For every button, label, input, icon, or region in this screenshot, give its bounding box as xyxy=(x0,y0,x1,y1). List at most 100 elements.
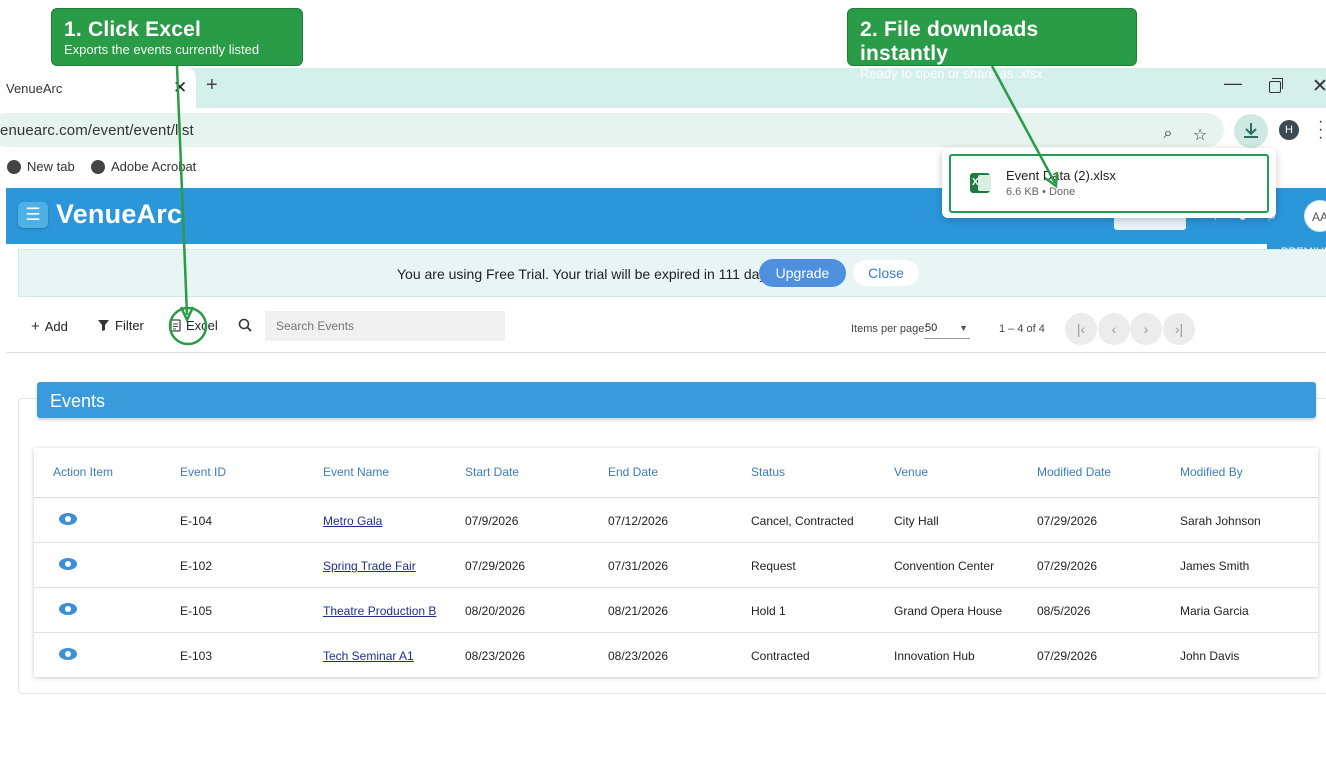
event-id: E-105 xyxy=(180,604,213,618)
eye-icon[interactable] xyxy=(59,513,77,525)
profile-avatar[interactable]: H xyxy=(1279,120,1299,140)
chrome-icon xyxy=(91,159,105,174)
modified-by: Maria Garcia xyxy=(1180,604,1249,618)
callout-step-1: 1. Click Excel Exports the events curren… xyxy=(51,8,303,66)
browser-menu-icon[interactable]: · · · xyxy=(1318,114,1323,146)
eye-icon[interactable] xyxy=(59,558,77,570)
table-header: Action Item Event ID Event Name Start Da… xyxy=(34,448,1318,498)
eye-icon[interactable] xyxy=(59,603,77,615)
event-id: E-102 xyxy=(180,559,213,573)
callout-title: 2. File downloads instantly xyxy=(860,18,1039,65)
bookmark-label: Adobe Acrobat xyxy=(111,159,197,174)
prev-page-button[interactable]: ‹ xyxy=(1098,313,1130,345)
search-icon[interactable] xyxy=(238,318,252,332)
star-icon[interactable]: ☆ xyxy=(1190,125,1210,145)
minimize-button[interactable]: — xyxy=(1224,73,1242,94)
column-header[interactable]: Start Date xyxy=(465,465,519,479)
callout-step-2: 2. File downloads instantly Ready to ope… xyxy=(847,8,1137,81)
venue: City Hall xyxy=(894,514,939,528)
filter-icon xyxy=(98,320,109,331)
bookmark-label: New tab xyxy=(27,159,75,174)
new-tab-button[interactable]: + xyxy=(206,74,218,97)
items-per-page-label: Items per page: xyxy=(851,323,928,335)
column-header[interactable]: Event ID xyxy=(180,465,226,479)
status: Hold 1 xyxy=(751,604,786,618)
browser-tab[interactable]: VenueArc ✕ xyxy=(0,68,196,108)
venue: Innovation Hub xyxy=(894,649,975,663)
venue: Convention Center xyxy=(894,559,995,573)
modified-by: James Smith xyxy=(1180,559,1250,573)
excel-button[interactable]: Excel xyxy=(170,318,218,333)
url-text[interactable]: enuearc.com/event/event/list xyxy=(0,122,194,139)
upgrade-button[interactable]: Upgrade xyxy=(759,259,846,287)
tab-close-icon[interactable]: ✕ xyxy=(173,78,187,98)
plus-icon: + xyxy=(31,318,40,335)
close-trial-button[interactable]: Close xyxy=(853,260,919,286)
modified-by: John Davis xyxy=(1180,649,1240,663)
last-page-button[interactable]: ›| xyxy=(1163,313,1195,345)
event-name-link[interactable]: Spring Trade Fair xyxy=(323,559,416,573)
events-table: Action Item Event ID Event Name Start Da… xyxy=(34,448,1318,677)
column-header[interactable]: Action Item xyxy=(53,465,113,479)
eye-icon[interactable] xyxy=(59,648,77,660)
modified-date: 07/29/2026 xyxy=(1037,559,1098,573)
search-events-input[interactable] xyxy=(265,311,505,341)
event-name-link[interactable]: Metro Gala xyxy=(323,514,382,528)
chevron-down-icon: ▼ xyxy=(959,323,968,333)
table-row: E-104 Metro Gala 07/9/2026 07/12/2026 Ca… xyxy=(34,498,1318,543)
excel-file-icon xyxy=(970,173,991,193)
start-date: 08/20/2026 xyxy=(465,604,526,618)
column-header[interactable]: Event Name xyxy=(323,465,389,479)
column-header[interactable]: Modified By xyxy=(1180,465,1243,479)
filter-button[interactable]: Filter xyxy=(97,318,144,333)
window-close-button[interactable]: ✕ xyxy=(1312,75,1326,98)
end-date: 07/31/2026 xyxy=(608,559,669,573)
callout-subtitle: Exports the events currently listed xyxy=(64,42,260,57)
search-icon xyxy=(238,318,252,332)
zoom-icon[interactable]: ⌕ xyxy=(1158,125,1178,145)
callout-title: 1. Click Excel xyxy=(64,18,202,41)
excel-file-icon xyxy=(170,319,181,332)
page: VenueArc ✕ + — ✕ enuearc.com/event/event… xyxy=(0,0,1326,784)
table-row: E-103 Tech Seminar A1 08/23/2026 08/23/2… xyxy=(34,633,1318,678)
downloads-button[interactable] xyxy=(1234,114,1268,148)
bookmark-new-tab[interactable]: New tab xyxy=(7,159,75,174)
modified-date: 07/29/2026 xyxy=(1037,649,1098,663)
status: Request xyxy=(751,559,796,573)
column-header[interactable]: Status xyxy=(751,465,785,479)
status: Cancel, Contracted xyxy=(751,514,854,528)
add-button[interactable]: + Add xyxy=(31,318,68,335)
user-avatar[interactable]: AA xyxy=(1304,200,1326,232)
browser-tabstrip: VenueArc ✕ + — ✕ xyxy=(0,68,1326,108)
event-name-link[interactable]: Tech Seminar A1 xyxy=(323,649,414,663)
event-name-link[interactable]: Theatre Production B xyxy=(323,604,436,618)
bookmark-adobe-acrobat[interactable]: Adobe Acrobat xyxy=(91,159,196,174)
download-item[interactable]: Event Data (2).xlsx 6.6 KB • Done xyxy=(949,154,1269,213)
event-id: E-104 xyxy=(180,514,213,528)
start-date: 07/29/2026 xyxy=(465,559,526,573)
column-header[interactable]: Venue xyxy=(894,465,928,479)
start-date: 08/23/2026 xyxy=(465,649,526,663)
trial-message: You are using Free Trial. Your trial wil… xyxy=(397,266,778,282)
filter-label: Filter xyxy=(115,318,144,333)
menu-icon[interactable]: ☰ xyxy=(18,202,48,228)
column-header[interactable]: Modified Date xyxy=(1037,465,1111,479)
end-date: 07/12/2026 xyxy=(608,514,669,528)
action-bar: + Add Filter Excel Items per page: 50 ▼ … xyxy=(6,305,1326,353)
first-page-button[interactable]: |‹ xyxy=(1065,313,1097,345)
download-file-name[interactable]: Event Data (2).xlsx xyxy=(1006,168,1116,183)
address-bar[interactable]: enuearc.com/event/event/list ⌕ ☆ xyxy=(0,113,1224,147)
end-date: 08/23/2026 xyxy=(608,649,669,663)
brand-logo[interactable]: VenueArc xyxy=(56,199,182,230)
add-label: Add xyxy=(44,319,68,334)
venue: Grand Opera House xyxy=(894,604,1003,618)
tab-title: VenueArc xyxy=(6,81,63,96)
end-date: 08/21/2026 xyxy=(608,604,669,618)
events-header: Events xyxy=(37,382,1316,418)
next-page-button[interactable]: › xyxy=(1130,313,1162,345)
items-per-page-select[interactable]: 50 ▼ xyxy=(924,317,970,339)
table-row: E-102 Spring Trade Fair 07/29/2026 07/31… xyxy=(34,543,1318,588)
column-header[interactable]: End Date xyxy=(608,465,658,479)
modified-date: 08/5/2026 xyxy=(1037,604,1091,618)
restore-button[interactable] xyxy=(1269,78,1283,93)
